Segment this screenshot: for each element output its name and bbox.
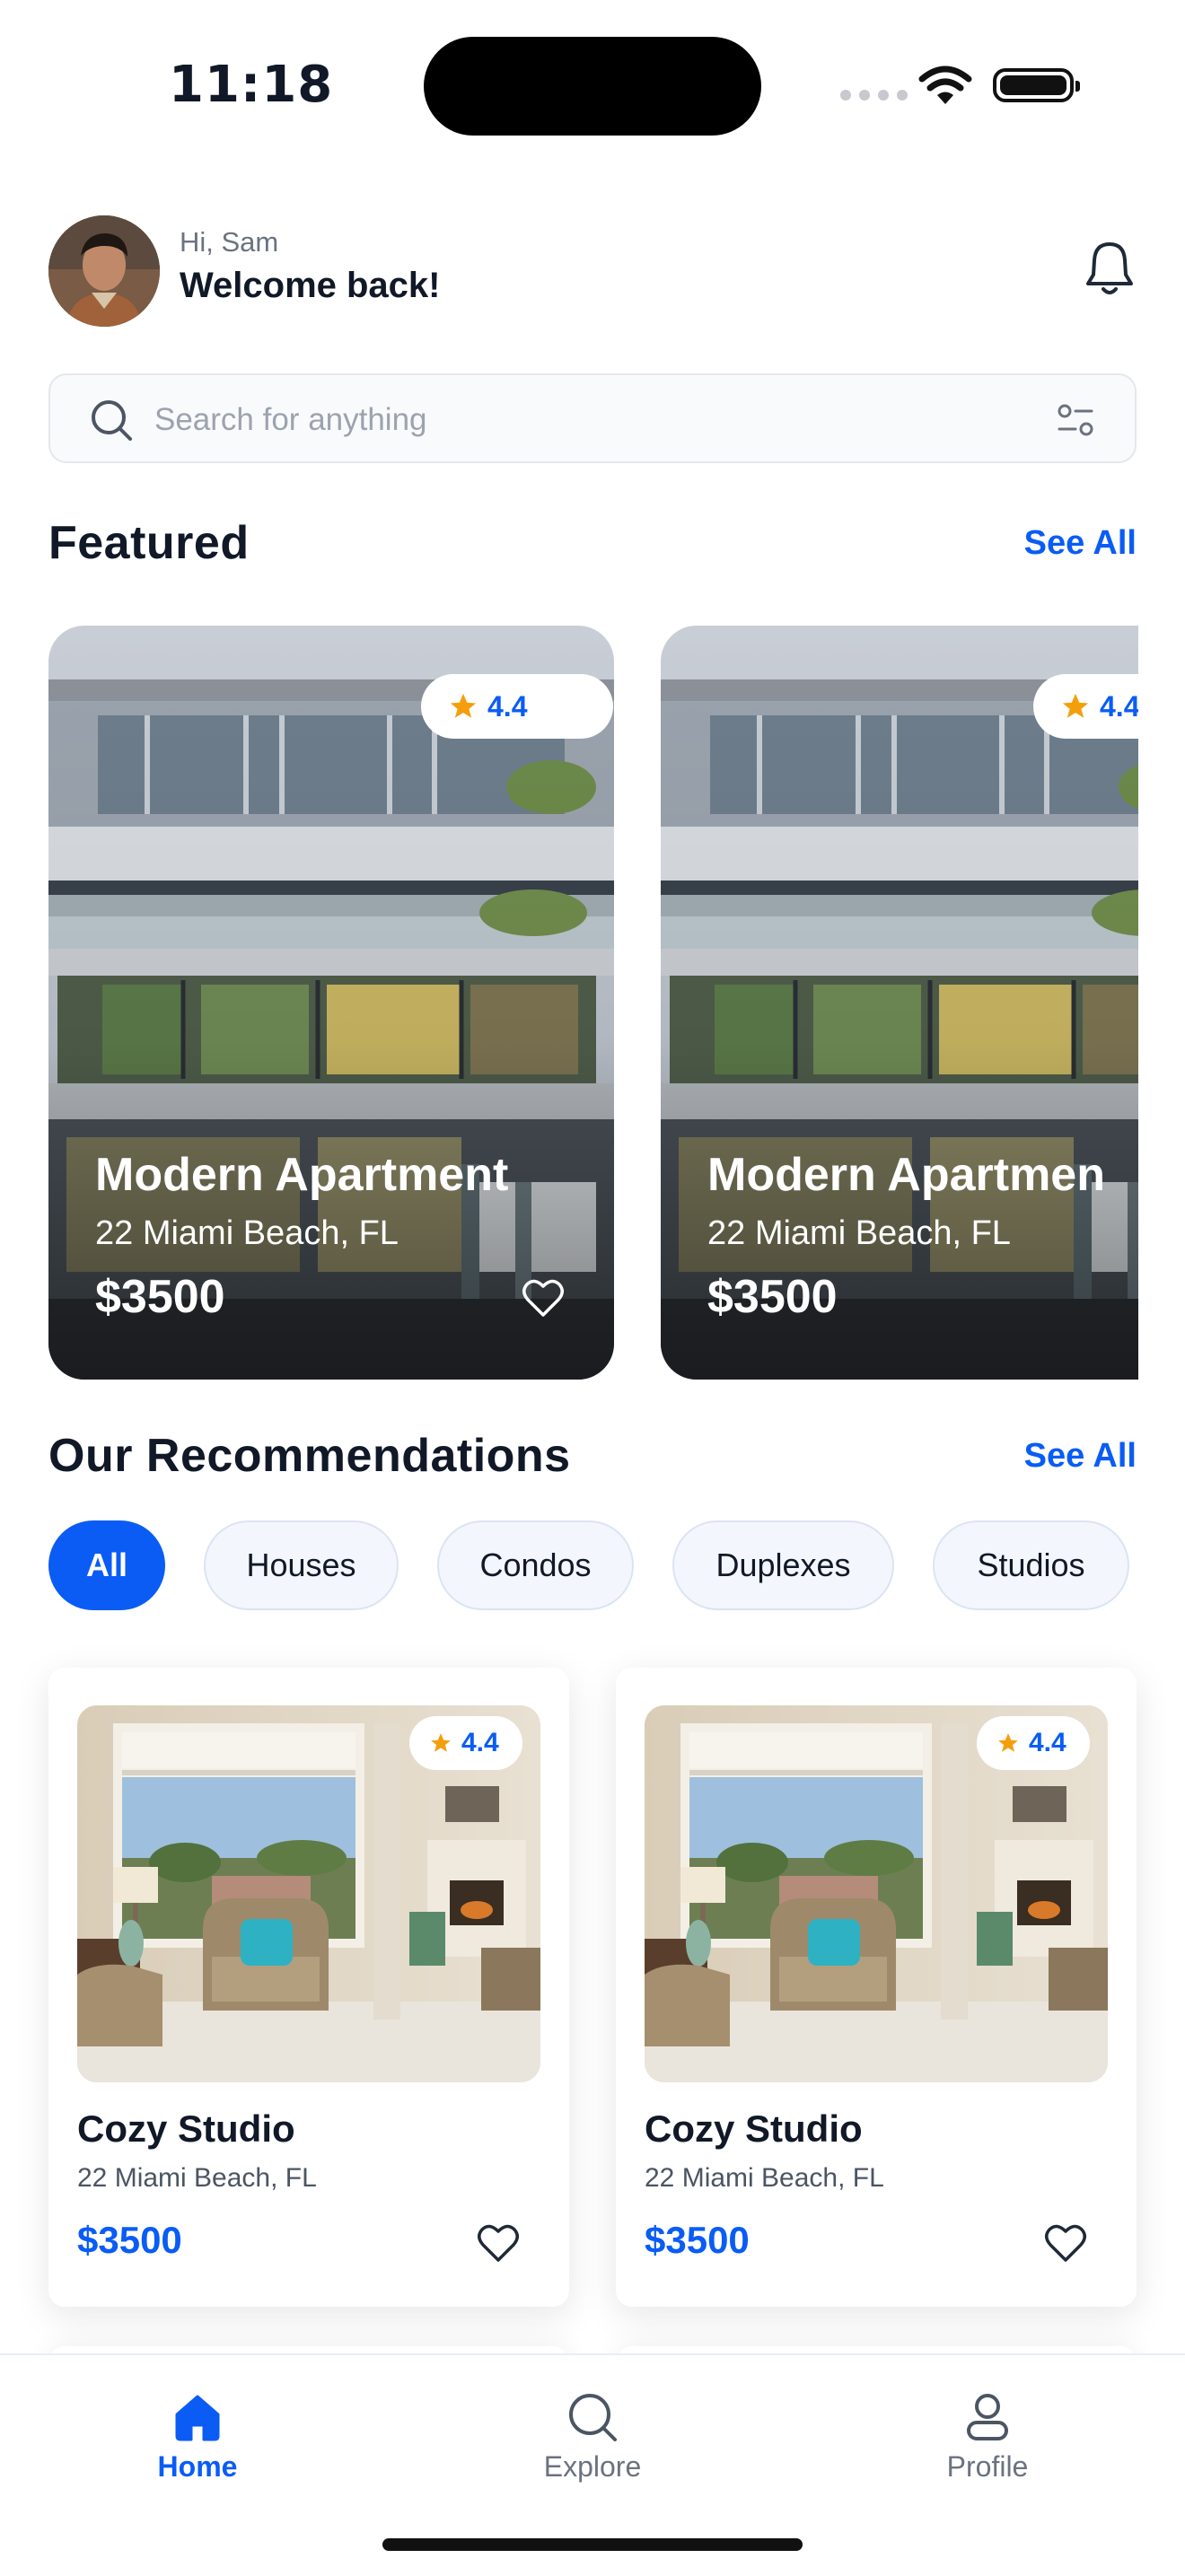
tab-label: Profile: [946, 2450, 1029, 2483]
cellular-signal-icon: [840, 90, 908, 101]
rating-value: 4.4: [461, 1728, 499, 1757]
star-icon: [450, 693, 477, 718]
search-input[interactable]: Search for anything: [154, 402, 427, 438]
welcome-text: Welcome back!: [180, 266, 441, 305]
heart-icon[interactable]: [476, 2222, 521, 2264]
rating-badge: 4.4: [409, 1716, 522, 1770]
property-photo: [48, 626, 614, 1380]
home-icon: [175, 2395, 220, 2441]
status-time: 11:18: [169, 56, 334, 114]
profile-icon: [967, 2394, 1008, 2440]
property-photo: 4.4: [77, 1705, 540, 2082]
featured-card[interactable]: 4.4 Modern Apartment 22 Miami Beach, FL …: [48, 626, 614, 1380]
property-price: $3500: [645, 2219, 750, 2261]
featured-title: Featured: [48, 517, 250, 569]
tab-home[interactable]: Home: [90, 2391, 305, 2484]
property-title: Modern Apartmen: [707, 1149, 1105, 1201]
property-address: 22 Miami Beach, FL: [707, 1214, 1011, 1252]
filter-chip-condos[interactable]: Condos: [437, 1520, 634, 1610]
property-address: 22 Miami Beach, FL: [95, 1214, 399, 1252]
wifi-icon: [918, 66, 972, 104]
rating-badge: 4.4: [421, 674, 613, 739]
rating-badge: 4.4: [1033, 674, 1138, 739]
recommendations-see-all-link[interactable]: See All: [1024, 1437, 1137, 1476]
property-price: $3500: [77, 2219, 182, 2261]
star-icon: [998, 1733, 1018, 1752]
filter-chip-houses[interactable]: Houses: [204, 1520, 399, 1610]
dynamic-island: [424, 37, 761, 136]
battery-icon: [993, 68, 1080, 102]
property-title: Cozy Studio: [645, 2107, 863, 2150]
property-photo: [661, 626, 1138, 1380]
property-photo: 4.4: [645, 1705, 1108, 2082]
property-price: $3500: [95, 1271, 225, 1323]
rating-value: 4.4: [1100, 689, 1138, 723]
greeting-text: Hi, Sam: [180, 226, 279, 258]
filter-icon[interactable]: [1056, 400, 1095, 440]
home-indicator: [382, 2538, 803, 2551]
heart-icon[interactable]: [521, 1277, 566, 1319]
search-bar[interactable]: Search for anything: [48, 373, 1137, 463]
recommendations-title: Our Recommendations: [48, 1430, 571, 1482]
bell-icon[interactable]: [1083, 239, 1137, 298]
avatar[interactable]: [48, 215, 160, 327]
rating-value: 4.4: [1029, 1728, 1066, 1757]
recommendation-card[interactable]: 4.4 Cozy Studio 22 Miami Beach, FL $3500: [48, 1668, 569, 2307]
recommendation-card[interactable]: 4.4 Cozy Studio 22 Miami Beach, FL $3500: [616, 1668, 1137, 2307]
featured-card[interactable]: 4.4 Modern Apartmen 22 Miami Beach, FL $…: [661, 626, 1138, 1380]
tab-profile[interactable]: Profile: [880, 2391, 1095, 2484]
filter-chip-all[interactable]: All: [48, 1520, 165, 1610]
property-price: $3500: [707, 1271, 838, 1323]
filter-chip-duplexes[interactable]: Duplexes: [672, 1520, 894, 1610]
explore-icon: [569, 2394, 617, 2441]
heart-icon[interactable]: [1043, 2222, 1088, 2264]
rating-badge: 4.4: [977, 1716, 1090, 1770]
property-title: Cozy Studio: [77, 2107, 295, 2150]
featured-see-all-link[interactable]: See All: [1024, 524, 1137, 563]
property-title: Modern Apartment: [95, 1149, 509, 1201]
star-icon: [431, 1733, 451, 1752]
search-icon: [92, 400, 132, 441]
tab-label: Explore: [543, 2450, 642, 2483]
tab-explore[interactable]: Explore: [485, 2391, 700, 2484]
star-icon: [1062, 693, 1089, 718]
tab-label: Home: [157, 2450, 238, 2483]
rating-value: 4.4: [487, 689, 528, 723]
filter-chip-studios[interactable]: Studios: [933, 1520, 1129, 1610]
property-address: 22 Miami Beach, FL: [645, 2163, 884, 2193]
property-address: 22 Miami Beach, FL: [77, 2163, 317, 2193]
